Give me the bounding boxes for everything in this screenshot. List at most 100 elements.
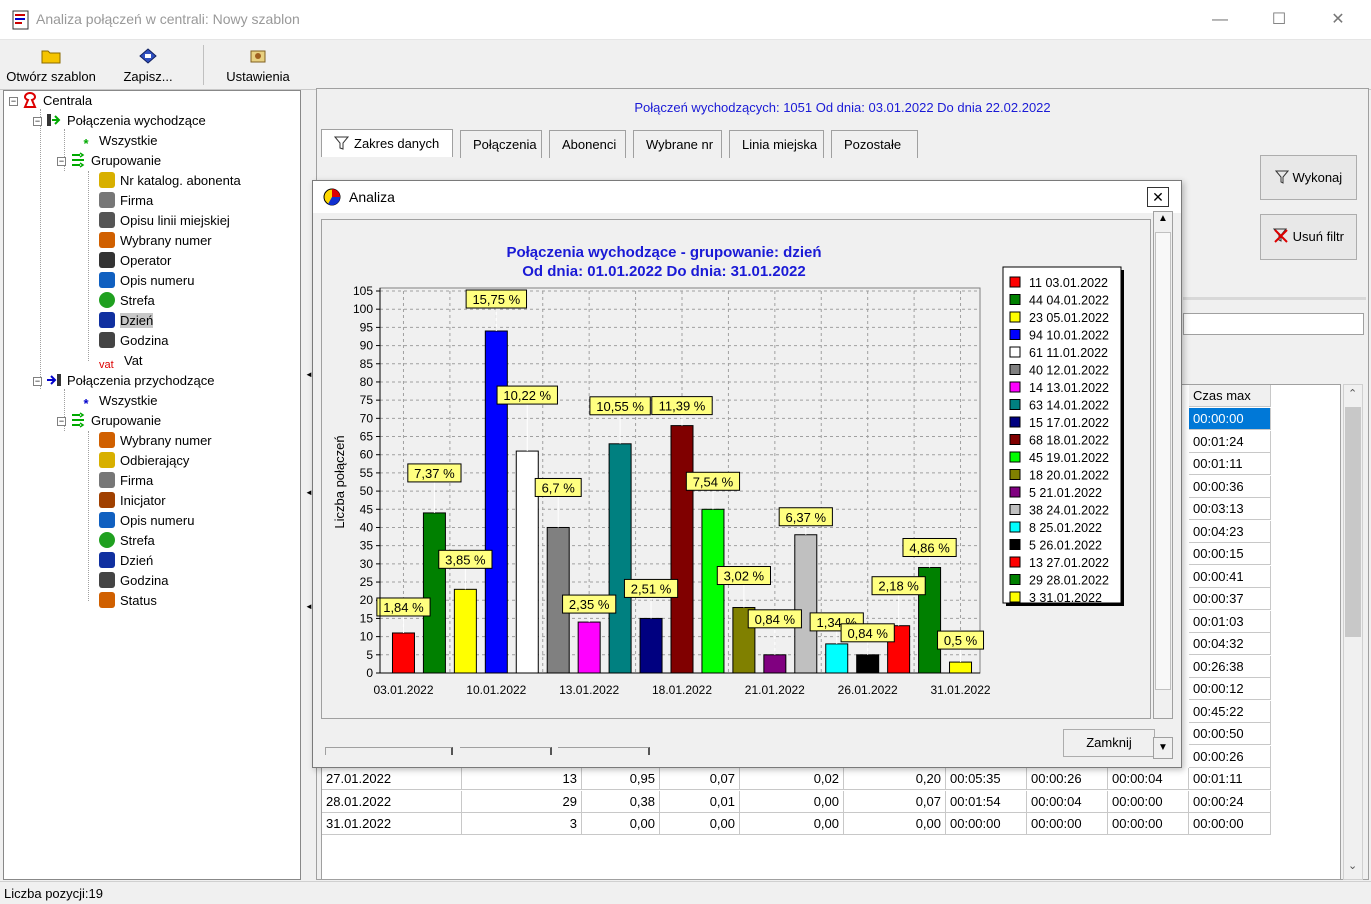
grid-cell[interactable]: 13	[462, 768, 582, 790]
tab-1[interactable]: Zakres danych	[321, 129, 453, 157]
dialog-scrollbar[interactable]: ▲	[1153, 211, 1173, 719]
tab-6[interactable]: Pozostałe	[831, 130, 918, 158]
grid-cell[interactable]: 00:00:41	[1189, 565, 1271, 588]
minimize-button[interactable]: —	[1208, 8, 1232, 32]
tab-5[interactable]: Linia miejska	[729, 130, 824, 158]
save-button[interactable]: Zapisz...	[114, 45, 182, 89]
grid-cell[interactable]: 00:00:37	[1189, 588, 1271, 610]
scroll-down-icon[interactable]: ▼	[1153, 737, 1173, 759]
scroll-thumb[interactable]	[1155, 232, 1171, 690]
grid-cell[interactable]: 00:00:00	[1108, 790, 1189, 813]
tree-node-root[interactable]: − Centrala	[9, 91, 92, 111]
grid-cell[interactable]: 00:00:00	[946, 813, 1027, 835]
tree-node-item[interactable]: Godzina	[99, 571, 168, 591]
grid-cell[interactable]: 0,00	[740, 813, 844, 835]
tree-node-incoming[interactable]: − Połączenia przychodzące	[33, 371, 214, 391]
grid-cell[interactable]: 27.01.2022	[322, 768, 462, 790]
tab-2[interactable]: Połączenia	[460, 130, 542, 158]
tree-node-out-all[interactable]: * Wszystkie	[78, 131, 157, 151]
grid-cell[interactable]: 0,01	[660, 790, 740, 813]
grid-cell[interactable]: 3	[462, 813, 582, 835]
tree-node-item[interactable]: Nr katalog. abonenta	[99, 171, 241, 191]
grid-cell[interactable]: 00:04:23	[1189, 520, 1271, 543]
scroll-thumb[interactable]	[1345, 407, 1361, 637]
tree-node-item[interactable]: Dzień	[99, 311, 154, 331]
remove-filter-button[interactable]: Usuń filtr	[1260, 214, 1357, 260]
grid-cell[interactable]: 0,00	[844, 813, 946, 835]
grid-cell[interactable]: 00:00:00	[1189, 813, 1271, 835]
settings-button[interactable]: Ustawienia	[218, 45, 298, 89]
tree-node-item[interactable]: Opisu linii miejskiej	[99, 211, 230, 231]
grid-cell[interactable]: 00:00:00	[1189, 408, 1271, 430]
maximize-button[interactable]: ☐	[1267, 8, 1291, 32]
grid-cell[interactable]: 0,07	[844, 790, 946, 813]
tree-node-item[interactable]: Dzień	[99, 551, 153, 571]
tree-node-outgoing[interactable]: − Połączenia wychodzące	[33, 111, 206, 131]
dialog-close-text-button[interactable]: Zamknij	[1063, 729, 1155, 757]
grid-cell[interactable]: 0,07	[660, 768, 740, 790]
tree-node-in-group[interactable]: − Grupowanie	[57, 411, 161, 431]
tree-node-item[interactable]: Wybrany numer	[99, 431, 212, 451]
grid-cell[interactable]: 00:05:35	[946, 768, 1027, 790]
scroll-down-icon[interactable]: ⌄	[1348, 859, 1357, 872]
scroll-up-icon[interactable]: ▲	[1158, 213, 1168, 224]
grid-cell[interactable]: 0,00	[740, 790, 844, 813]
tree-node-item[interactable]: Firma	[99, 191, 153, 211]
dialog-tab[interactable]	[558, 747, 650, 755]
tree-node-item[interactable]: Wybrany numer	[99, 231, 212, 251]
dialog-tab[interactable]	[325, 747, 453, 755]
grid-cell[interactable]: 00:26:38	[1189, 655, 1271, 678]
grid-cell[interactable]: 00:00:36	[1189, 475, 1271, 498]
grid-cell[interactable]: 00:00:15	[1189, 543, 1271, 565]
grid-cell[interactable]: 0,02	[740, 768, 844, 790]
grid-cell[interactable]: 31.01.2022	[322, 813, 462, 835]
grid-cell[interactable]: 00:01:24	[1189, 430, 1271, 453]
grid-cell[interactable]: 00:00:26	[1027, 768, 1108, 790]
grid-scrollbar[interactable]: ⌃ ⌄	[1343, 384, 1363, 880]
tree-node-item[interactable]: vat Vat	[99, 351, 143, 371]
grid-cell[interactable]: 00:00:12	[1189, 678, 1271, 700]
grid-cell[interactable]: 29	[462, 790, 582, 813]
dialog-tab[interactable]	[460, 747, 552, 755]
grid-cell[interactable]: 00:00:24	[1189, 790, 1271, 813]
grid-cell[interactable]: 00:03:13	[1189, 498, 1271, 520]
grid-cell[interactable]: 00:01:11	[1189, 453, 1271, 475]
tree-node-item[interactable]: Opis numeru	[99, 271, 194, 291]
tree-node-item[interactable]: Status	[99, 591, 157, 611]
grid-cell[interactable]: 00:00:04	[1108, 768, 1189, 790]
collapse-icon[interactable]: −	[33, 117, 42, 126]
grid-cell[interactable]: 28.01.2022	[322, 790, 462, 813]
grid-cell[interactable]: 0,00	[660, 813, 740, 835]
open-template-button[interactable]: Otwórz szablon	[4, 45, 98, 89]
dialog-close-button[interactable]: ✕	[1147, 187, 1169, 207]
scroll-up-icon[interactable]: ⌃	[1348, 387, 1357, 400]
tree-node-item[interactable]: Godzina	[99, 331, 168, 351]
tree-node-item[interactable]: Firma	[99, 471, 153, 491]
grid-cell[interactable]: 0,95	[582, 768, 660, 790]
tree-node-item[interactable]: Odbierający	[99, 451, 189, 471]
tree-node-item[interactable]: Strefa	[99, 531, 155, 551]
tree-node-item[interactable]: Strefa	[99, 291, 155, 311]
tree-node-in-all[interactable]: * Wszystkie	[78, 391, 157, 411]
tab-3[interactable]: Abonenci	[549, 130, 626, 158]
grid-cell[interactable]: 00:00:00	[1108, 813, 1189, 835]
collapse-icon[interactable]: −	[9, 97, 18, 106]
grid-cell[interactable]: 00:45:22	[1189, 700, 1271, 723]
grid-cell[interactable]: 00:01:03	[1189, 610, 1271, 633]
grid-cell[interactable]: 00:00:26	[1189, 745, 1271, 768]
grid-cell[interactable]: 00:01:11	[1189, 768, 1271, 790]
tree-node-item[interactable]: Operator	[99, 251, 171, 271]
grid-cell[interactable]: 0,38	[582, 790, 660, 813]
grid-cell[interactable]: 0,20	[844, 768, 946, 790]
tree-node-out-group[interactable]: − Grupowanie	[57, 151, 161, 171]
grid-cell[interactable]: 00:04:32	[1189, 633, 1271, 655]
tree-node-item[interactable]: Inicjator	[99, 491, 166, 511]
column-header[interactable]: Czas max	[1189, 385, 1271, 407]
collapse-icon[interactable]: −	[57, 417, 66, 426]
filter-input[interactable]	[1183, 313, 1364, 335]
collapse-icon[interactable]: −	[33, 377, 42, 386]
tree-node-item[interactable]: Opis numeru	[99, 511, 194, 531]
grid-cell[interactable]: 00:01:54	[946, 790, 1027, 813]
grid-cell[interactable]: 0,00	[582, 813, 660, 835]
collapse-icon[interactable]: −	[57, 157, 66, 166]
